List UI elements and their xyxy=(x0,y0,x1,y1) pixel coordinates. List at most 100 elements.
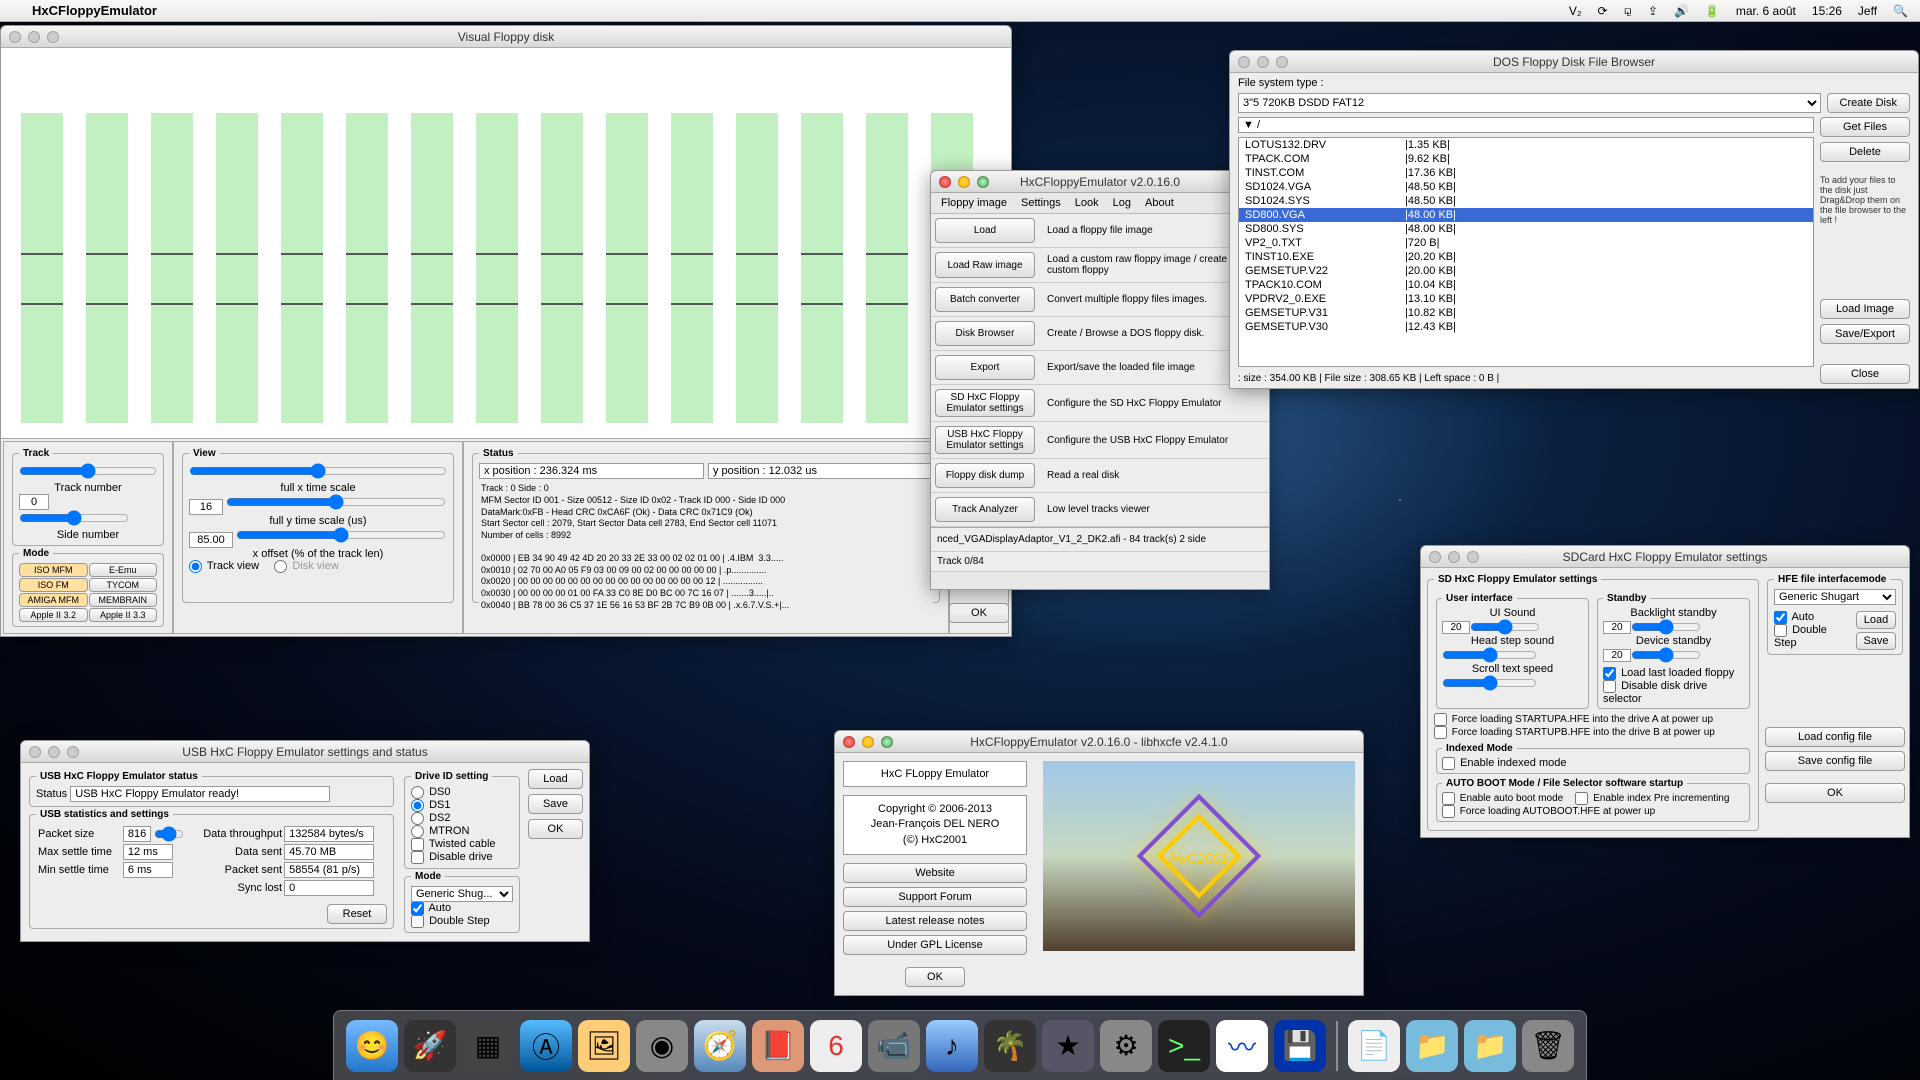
emu-btn-5[interactable]: SD HxC Floppy Emulator settings xyxy=(935,389,1035,417)
dashboard-icon[interactable]: ◉ xyxy=(636,1020,688,1072)
menu-look[interactable]: Look xyxy=(1075,197,1099,209)
settings-icon[interactable]: ⚙ xyxy=(1100,1020,1152,1072)
fullx-slider[interactable] xyxy=(189,463,447,479)
fully-slider[interactable] xyxy=(226,494,446,510)
folder-icon[interactable]: 📁 xyxy=(1406,1020,1458,1072)
mission-control-icon[interactable]: ▦ xyxy=(462,1020,514,1072)
user[interactable]: Jeff xyxy=(1858,4,1877,18)
mode-eemu[interactable]: E-Emu xyxy=(89,563,158,577)
website-button[interactable]: Website xyxy=(843,863,1027,883)
mode-iso-fm[interactable]: ISO FM xyxy=(19,578,88,592)
calendar-icon[interactable]: 6 xyxy=(810,1020,862,1072)
emu-btn-0[interactable]: Load xyxy=(935,218,1035,243)
time[interactable]: 15:26 xyxy=(1812,4,1842,18)
spotlight-icon[interactable]: 🔍 xyxy=(1893,4,1908,18)
file-row[interactable]: SD1024.SYS|48.50 KB| xyxy=(1239,194,1813,208)
emu-btn-8[interactable]: Track Analyzer xyxy=(935,497,1035,522)
file-row[interactable]: GEMSETUP.V31|10.82 KB| xyxy=(1239,306,1813,320)
titlebar[interactable]: DOS Floppy Disk File Browser xyxy=(1230,51,1918,73)
file-row[interactable]: TINST.COM|17.36 KB| xyxy=(1239,166,1813,180)
file-row[interactable]: SD800.SYS|48.00 KB| xyxy=(1239,222,1813,236)
ok-button[interactable]: OK xyxy=(905,967,965,987)
iphoto-icon[interactable]: 🌴 xyxy=(984,1020,1036,1072)
mode-amiga[interactable]: AMIGA MFM xyxy=(19,593,88,607)
file-row[interactable]: TPACK10.COM|10.04 KB| xyxy=(1239,278,1813,292)
titlebar[interactable]: Visual Floppy disk xyxy=(1,26,1011,48)
diskview-radio[interactable]: Disk view xyxy=(274,560,339,572)
xoff-value[interactable]: 85.00 xyxy=(189,532,233,548)
finder-icon[interactable]: 😊 xyxy=(346,1020,398,1072)
vnc-icon[interactable]: V₂ xyxy=(1569,4,1582,18)
create-disk-button[interactable]: Create Disk xyxy=(1827,93,1910,113)
titlebar[interactable]: HxCFloppyEmulator v2.0.16.0 - libhxcfe v… xyxy=(835,731,1363,753)
mtron-radio[interactable]: MTRON xyxy=(411,825,469,837)
load-btn[interactable]: Load xyxy=(1856,611,1896,629)
emu-btn-2[interactable]: Batch converter xyxy=(935,287,1035,312)
fstype-select[interactable]: 3"5 720KB DSDD FAT12 xyxy=(1238,93,1821,113)
forum-button[interactable]: Support Forum xyxy=(843,887,1027,907)
packet-slider[interactable] xyxy=(154,826,184,842)
file-row[interactable]: SD1024.VGA|48.50 KB| xyxy=(1239,180,1813,194)
load-image-button[interactable]: Load Image xyxy=(1820,299,1910,319)
sync-icon[interactable]: ⟳ xyxy=(1598,4,1608,18)
document-icon[interactable]: 📄 xyxy=(1348,1020,1400,1072)
ds1-radio[interactable]: DS1 xyxy=(411,799,450,811)
file-list[interactable]: LOTUS132.DRV|1.35 KB|TPACK.COM|9.62 KB|T… xyxy=(1238,137,1814,367)
battery-icon[interactable]: 🔋 xyxy=(1705,4,1720,18)
scroll-speed-slider[interactable] xyxy=(1442,675,1537,691)
safari-icon[interactable]: 🧭 xyxy=(694,1020,746,1072)
notes-button[interactable]: Latest release notes xyxy=(843,911,1027,931)
xoff-slider[interactable] xyxy=(236,527,446,543)
imovie-icon[interactable]: ★ xyxy=(1042,1020,1094,1072)
menu-settings[interactable]: Settings xyxy=(1021,197,1061,209)
disable-checkbox[interactable]: Disable drive xyxy=(411,851,493,863)
save-btn[interactable]: Save xyxy=(1856,632,1896,650)
preview-icon[interactable]: 🖼 xyxy=(578,1020,630,1072)
terminal-icon[interactable]: >_ xyxy=(1158,1020,1210,1072)
hxc-1-icon[interactable]: 〰 xyxy=(1216,1020,1268,1072)
file-row[interactable]: VPDRV2_0.EXE|13.10 KB| xyxy=(1239,292,1813,306)
menu-log[interactable]: Log xyxy=(1113,197,1131,209)
indexed-checkbox[interactable]: Enable indexed mode xyxy=(1442,757,1566,769)
gpl-button[interactable]: Under GPL License xyxy=(843,935,1027,955)
ok-button[interactable]: OK xyxy=(528,819,583,839)
trackview-radio[interactable]: Track view xyxy=(189,560,259,572)
launchpad-icon[interactable]: 🚀 xyxy=(404,1020,456,1072)
load-config-button[interactable]: Load config file xyxy=(1765,727,1905,747)
force-autoboot-checkbox[interactable]: Force loading AUTOBOOT.HFE at power up xyxy=(1442,806,1655,817)
auto-checkbox[interactable]: Auto xyxy=(411,902,451,914)
file-row[interactable]: TPACK.COM|9.62 KB| xyxy=(1239,152,1813,166)
mode-apple33[interactable]: Apple II 3.3 xyxy=(89,608,158,622)
appstore-icon[interactable]: Ⓐ xyxy=(520,1020,572,1072)
disable-selector-checkbox[interactable]: Disable disk drive selector xyxy=(1603,680,1707,705)
wifi-icon[interactable]: ⇪ xyxy=(1648,4,1658,18)
mode-select[interactable]: Generic Shug... xyxy=(411,886,513,902)
force-a-checkbox[interactable]: Force loading STARTUPA.HFE into the driv… xyxy=(1434,714,1713,725)
folder-2-icon[interactable]: 📁 xyxy=(1464,1020,1516,1072)
side-slider[interactable] xyxy=(19,510,129,526)
menu-floppy[interactable]: Floppy image xyxy=(941,197,1007,209)
mode-iso-mfm[interactable]: ISO MFM xyxy=(19,563,88,577)
track-visualization[interactable]: MFM T:00 S:001 CRC:BA6E MFM T:00 S:001 C… xyxy=(1,48,1011,438)
file-row[interactable]: GEMSETUP.V22|20.00 KB| xyxy=(1239,264,1813,278)
mode-apple32[interactable]: Apple II 3.2 xyxy=(19,608,88,622)
auto-checkbox[interactable]: Auto xyxy=(1774,611,1814,623)
hfe-mode-select[interactable]: Generic Shugart xyxy=(1774,589,1896,605)
autoboot-checkbox[interactable]: Enable auto boot mode xyxy=(1442,793,1563,804)
titlebar[interactable]: SDCard HxC Floppy Emulator settings xyxy=(1421,546,1909,568)
titlebar[interactable]: USB HxC Floppy Emulator settings and sta… xyxy=(21,741,589,763)
volume-icon[interactable]: 🔊 xyxy=(1674,4,1689,18)
force-b-checkbox[interactable]: Force loading STARTUPB.HFE into the driv… xyxy=(1434,727,1715,738)
track-value[interactable]: 0 xyxy=(19,494,49,510)
file-row[interactable]: TINST10.EXE|20.20 KB| xyxy=(1239,250,1813,264)
app-name[interactable]: HxCFloppyEmulator xyxy=(32,3,157,18)
file-row[interactable]: LOTUS132.DRV|1.35 KB| xyxy=(1239,138,1813,152)
ok-button[interactable]: OK xyxy=(949,603,1009,623)
facetime-icon[interactable]: 📹 xyxy=(868,1020,920,1072)
save-export-button[interactable]: Save/Export xyxy=(1820,324,1910,344)
track-slider[interactable] xyxy=(19,463,157,479)
close-button[interactable]: Close xyxy=(1820,364,1910,384)
reset-button[interactable]: Reset xyxy=(327,904,387,924)
device-standby-slider[interactable] xyxy=(1631,647,1701,663)
file-row[interactable]: VP2_0.TXT|720 B| xyxy=(1239,236,1813,250)
